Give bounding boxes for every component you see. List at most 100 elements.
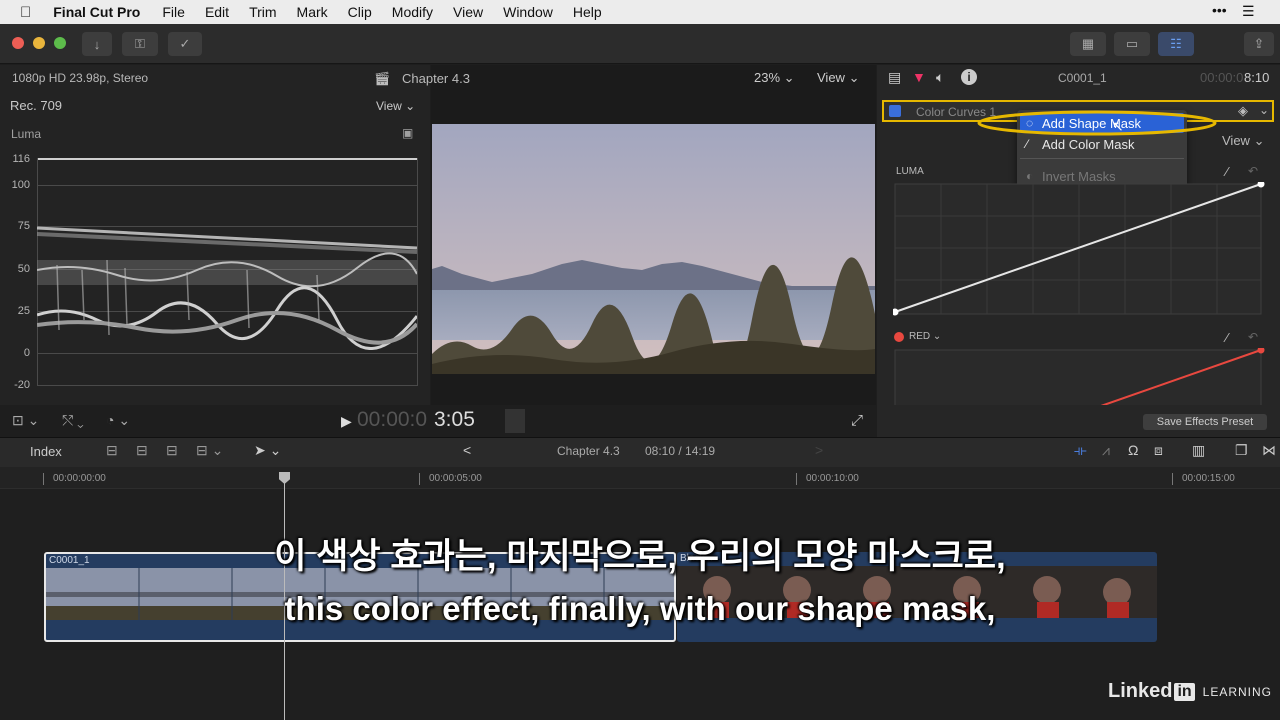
overwrite-clip-icon[interactable]: ⊟ ⌄ [196,442,223,459]
scale-50: 50 [17,263,30,275]
effects-browser-icon[interactable]: ❐ [1235,442,1248,459]
menu-bar:  Final Cut Pro File Edit Trim Mark Clip… [0,0,1280,24]
viewer-title: Chapter 4.3 [402,71,470,86]
ruler-label-0: 00:00:00:00 [53,473,106,484]
snapping-icon[interactable]: ⧈ [1154,442,1163,459]
fullscreen-icon[interactable]: ⤢ [851,412,863,429]
inspector-view-menu[interactable]: View ⌄ [1222,133,1264,149]
skimming-icon[interactable]: ⟛ [1074,442,1087,459]
luma-curve-label: LUMA [896,166,924,177]
background-tasks-button[interactable]: ✓ [168,32,202,56]
zoom-menu[interactable]: 23% ⌄ [754,70,795,86]
waveform-trace [37,226,417,350]
scale-116: 116 [12,153,30,165]
inspector-timecode: 8:10 [1244,70,1270,85]
audio-inspector-icon[interactable]: 🔈︎ [936,69,944,86]
menu-edit[interactable]: Edit [205,4,229,20]
transitions-browser-icon[interactable]: ⋈ [1262,442,1276,459]
apple-icon[interactable]:  [20,4,31,21]
import-button[interactable]: ↓ [82,32,112,56]
scale-100: 100 [11,179,30,191]
viewer-layout-icon[interactable]: ⊡ ⌄ [12,412,39,429]
insert-clip-icon[interactable]: ⊟ [136,442,148,459]
luma-eyedropper-icon[interactable]: ⁄ [1226,164,1228,179]
timeline-toolbar [0,437,1280,467]
grid-icon: ▦ [1081,36,1095,51]
scale-25: 25 [17,305,30,317]
invert-icon: ◐ [1026,169,1034,183]
effect-options-chevron-icon[interactable]: ⌄ [1259,103,1269,117]
info-inspector-icon[interactable]: i [961,69,977,85]
subtitle-english: this color effect, finally, with our sha… [284,590,996,627]
scale-line-100 [37,185,417,186]
viewer-timecode: 3:05 [434,408,475,431]
red-curve-menu[interactable]: RED ⌄ [909,331,941,342]
scale-75: 75 [17,220,30,232]
zoom-window-button[interactable] [54,37,66,49]
browser-toggle-button[interactable]: ▦ [1070,32,1106,56]
menu-trim[interactable]: Trim [249,4,276,20]
toolbar: ↓ ⚿ ✓ ▦ ▭ ☷ ⇪ [0,24,1280,64]
sliders-icon: ☷ [1170,36,1182,51]
viewer-view-menu[interactable]: View ⌄ [817,70,859,86]
append-clip-icon[interactable]: ⊟ [166,442,178,459]
color-inspector-icon[interactable]: ▼ [912,69,926,85]
back-arrow-icon[interactable]: < [463,442,471,458]
viewer-image [432,124,875,374]
clapper-icon: 🎬︎ [374,71,391,86]
list-icon[interactable]: ☰ [1242,3,1255,20]
eyedropper-icon: ⁄ [1026,137,1029,151]
red-curve-graph[interactable] [893,348,1265,406]
menu-window[interactable]: Window [503,4,553,20]
download-icon: ↓ [93,36,101,52]
inspector-toggle-button[interactable]: ☷ [1158,32,1194,56]
menu-view[interactable]: View [453,4,483,20]
app-menu[interactable]: Final Cut Pro [53,4,140,20]
audio-skimming-icon[interactable]: ⩘ [1102,442,1110,459]
menu-file[interactable]: File [162,4,185,20]
scope-view-menu[interactable]: View ⌄ [376,99,415,113]
format-label: 1080p HD 23.98p, Stereo [12,71,149,85]
menu-modify[interactable]: Modify [392,4,433,20]
timeline-toggle-button[interactable]: ▭ [1114,32,1150,56]
luma-reset-icon[interactable]: ↶ [1248,164,1258,178]
inspector-timecode-dim: 00:00:0 [1200,70,1244,85]
share-button[interactable]: ⇪ [1244,32,1274,56]
timeline-ruler[interactable] [0,467,1280,489]
headphones-icon[interactable]: Ω [1128,442,1138,458]
save-effects-preset-button[interactable]: Save Effects Preset [1143,414,1267,430]
scope-type-label: Luma [11,127,42,141]
more-icon[interactable]: ••• [1212,2,1227,18]
highlight-ellipse [977,110,1217,136]
luma-curve-graph[interactable] [893,182,1265,317]
scale-minus-20: -20 [14,379,30,391]
keywords-button[interactable]: ⚿ [122,32,158,56]
video-inspector-icon[interactable]: ▤ [888,69,901,86]
menu-mark[interactable]: Mark [297,4,328,20]
transform-tools-icon[interactable]: ⤲ ⌄ [62,412,84,429]
select-tool-icon[interactable]: ➤ ⌄ [254,442,281,459]
scale-line-0 [37,353,417,354]
red-eyedropper-icon[interactable]: ⁄ [1226,330,1228,345]
effect-enable-checkbox[interactable] [889,105,901,117]
connect-clip-icon[interactable]: ⊟ [106,442,118,459]
menu-help[interactable]: Help [573,4,602,20]
share-icon: ⇪ [1253,36,1265,51]
ruler-label-15s: 00:00:15:00 [1182,473,1235,484]
viewer-timecode-dim: 00:00:0 [357,408,428,431]
scope-settings-icon[interactable]: ▣ [402,126,413,140]
play-button[interactable]: ▶ [341,413,352,430]
mouse-cursor-icon: ↖ [1112,118,1124,134]
scale-line-116 [37,158,417,160]
forward-arrow-icon[interactable]: > [815,442,823,458]
speed-icon[interactable]: ◔ ⌄ [106,412,130,429]
ruler-label-10s: 00:00:10:00 [806,473,859,484]
close-window-button[interactable] [12,37,24,49]
menu-clip[interactable]: Clip [348,4,372,20]
menu-divider [1020,158,1184,159]
keyframe-icon[interactable]: ◈ [1238,103,1248,119]
red-reset-icon[interactable]: ↶ [1248,330,1258,344]
minimize-window-button[interactable] [33,37,45,49]
clip-appearance-icon[interactable]: ▥ [1192,442,1205,459]
index-button[interactable]: Index [30,444,62,459]
